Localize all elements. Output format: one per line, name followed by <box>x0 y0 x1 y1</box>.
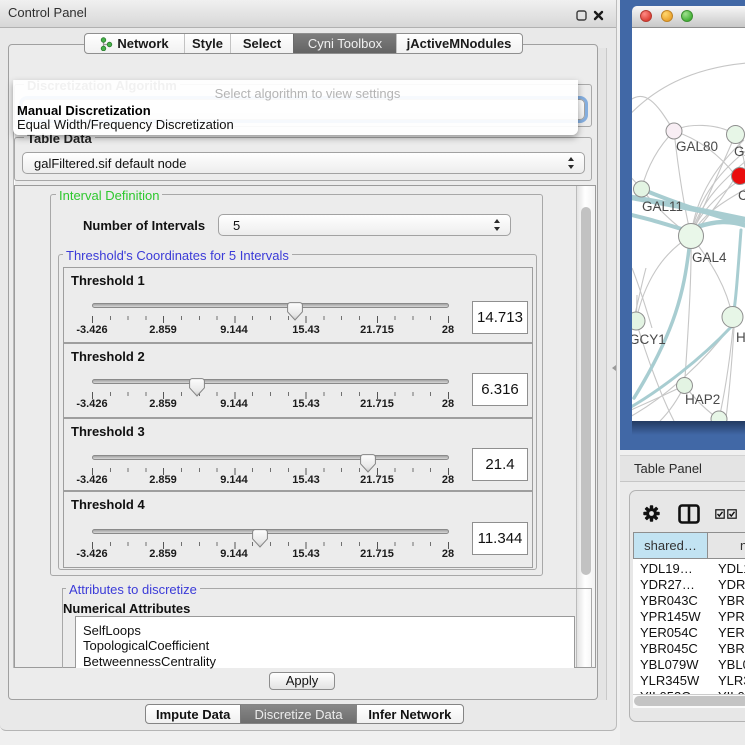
svg-text:GCY1: GCY1 <box>632 332 666 347</box>
svg-text:GAL11: GAL11 <box>642 199 683 214</box>
svg-text:H: H <box>736 330 745 345</box>
svg-text:GAL80: GAL80 <box>676 139 718 154</box>
svg-text:CD: CD <box>738 188 745 203</box>
svg-text:HAP2: HAP2 <box>685 392 720 407</box>
svg-text:GAL4: GAL4 <box>692 250 727 265</box>
svg-text:GA: GA <box>734 144 745 159</box>
